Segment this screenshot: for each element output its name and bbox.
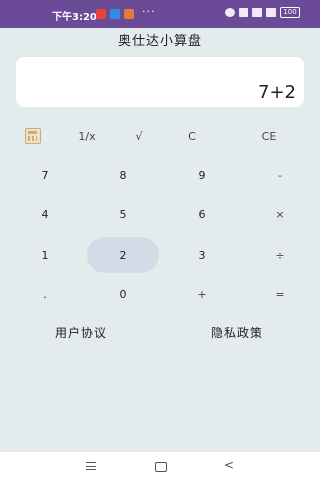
divide-button[interactable]: ÷ [244, 237, 316, 273]
digit-9-button[interactable]: 9 [166, 157, 238, 193]
signal-icon-2 [266, 8, 276, 17]
calculator-display: 7+2 [16, 57, 304, 107]
digit-7-button[interactable]: 7 [9, 157, 81, 193]
recent-apps-icon[interactable] [86, 462, 96, 470]
notification-message-icon [110, 9, 120, 19]
signal-icon [252, 8, 262, 17]
equals-button[interactable]: = [244, 276, 316, 312]
notification-app-icon [96, 9, 106, 19]
notification-app-icon-2 [124, 9, 134, 19]
privacy-policy-link[interactable]: 隐私政策 [211, 324, 263, 341]
more-notifications-icon: ··· [142, 5, 156, 18]
decimal-point-button[interactable]: . [9, 276, 81, 312]
battery-icon: 100 [280, 7, 300, 18]
home-icon[interactable] [155, 462, 167, 472]
digit-8-button[interactable]: 8 [87, 157, 159, 193]
calculator-icon[interactable] [25, 128, 41, 144]
multiply-button[interactable]: × [244, 196, 316, 232]
digit-4-button[interactable]: 4 [9, 196, 81, 232]
display-expression: 7+2 [258, 82, 296, 103]
back-icon[interactable]: < [224, 458, 234, 472]
digit-2-button[interactable]: 2 [87, 237, 159, 273]
digit-6-button[interactable]: 6 [166, 196, 238, 232]
clear-button[interactable]: C [156, 118, 228, 154]
status-icons: 100 [225, 7, 300, 18]
network-speed-icon [239, 8, 248, 17]
minus-button[interactable]: - [244, 157, 316, 193]
plus-button[interactable]: + [166, 276, 238, 312]
status-time: 下午3:20 [52, 12, 97, 23]
app-title: 奥仕达小算盘 [117, 34, 202, 49]
navigation-bar: < [0, 452, 320, 480]
digit-0-button[interactable]: 0 [87, 276, 159, 312]
alarm-icon [225, 8, 235, 17]
digit-3-button[interactable]: 3 [166, 237, 238, 273]
digit-1-button[interactable]: 1 [9, 237, 81, 273]
status-bar: 下午3:20 ··· 100 [0, 0, 320, 28]
clear-entry-button[interactable]: CE [233, 118, 305, 154]
digit-5-button[interactable]: 5 [87, 196, 159, 232]
user-agreement-link[interactable]: 用户协议 [55, 324, 107, 341]
